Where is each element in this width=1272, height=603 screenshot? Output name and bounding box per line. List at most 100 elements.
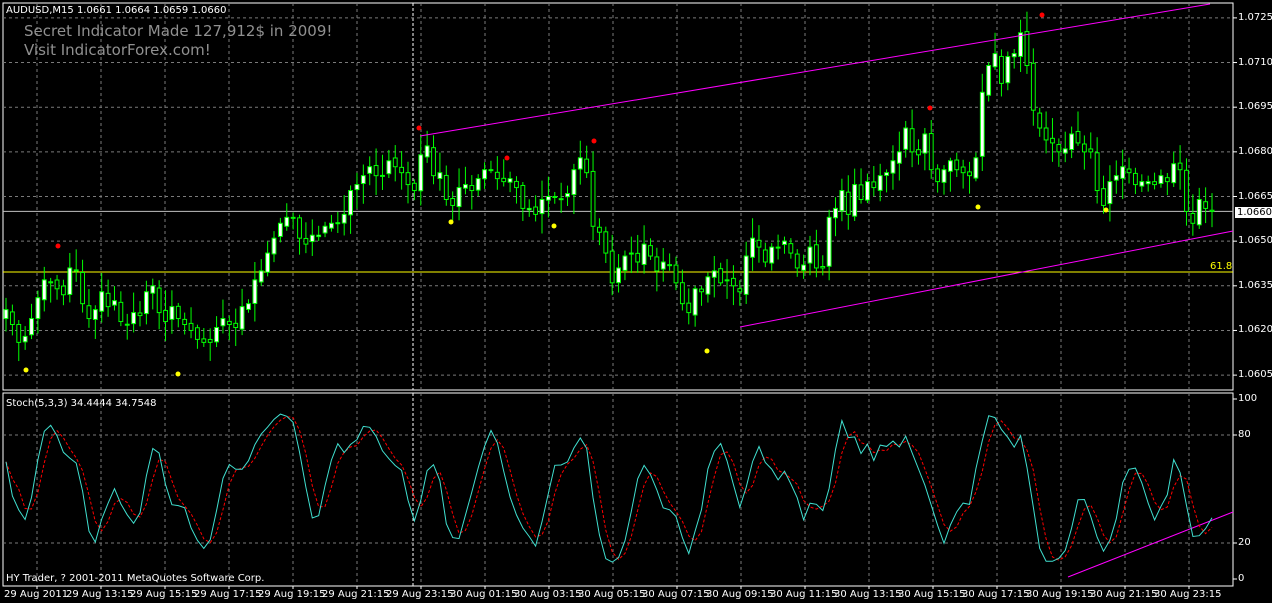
fractal-up-marker <box>1039 12 1045 18</box>
candle-body <box>399 166 405 174</box>
candle-body <box>622 255 628 271</box>
stochastic-axis-label: 100 <box>1238 393 1258 404</box>
candle-body <box>1088 148 1094 153</box>
candle-body <box>392 157 398 168</box>
candle-body <box>986 65 992 96</box>
fibonacci-level-label: 61.8 <box>1210 261 1233 272</box>
candle-body <box>322 225 328 234</box>
candle-body <box>501 177 507 183</box>
candle-body <box>1152 181 1157 186</box>
candle-body <box>609 250 615 284</box>
candle-body <box>354 184 360 191</box>
candle-body <box>424 145 430 158</box>
candle-body <box>973 157 979 179</box>
candle-body <box>163 309 168 323</box>
candle-body <box>865 181 870 201</box>
candle-body <box>239 306 245 330</box>
candle-body <box>309 234 315 243</box>
candle-body <box>92 309 98 320</box>
candle-body <box>833 207 838 219</box>
time-axis-label: 30 Aug 15:15 <box>898 589 966 600</box>
candle-body <box>182 318 188 326</box>
candle-body <box>960 166 966 174</box>
time-axis-label: 29 Aug 15:15 <box>130 589 198 600</box>
candle-body <box>405 172 411 186</box>
candle-body <box>648 245 653 257</box>
chart-window[interactable] <box>0 0 1272 603</box>
candle-body <box>1196 198 1202 226</box>
candle-body <box>303 237 309 245</box>
time-axis-label: 30 Aug 11:15 <box>770 589 838 600</box>
time-axis-label: 30 Aug 17:15 <box>962 589 1030 600</box>
candle-body <box>1056 144 1062 153</box>
price-axis-label: 1.0725 <box>1238 11 1272 23</box>
candle-body <box>277 222 283 237</box>
stochastic-pane-frame <box>2 392 1234 587</box>
candle-body <box>335 222 341 225</box>
candle-body <box>1075 130 1081 144</box>
candle-body <box>494 171 500 180</box>
candle-body <box>1203 201 1209 209</box>
candle-body <box>297 217 302 239</box>
price-axis-label: 1.0680 <box>1238 145 1272 157</box>
candle-body <box>858 184 864 200</box>
candle-body <box>1094 152 1100 192</box>
candle-body <box>820 266 826 269</box>
candle-body <box>450 198 456 206</box>
price-axis-label: 1.0710 <box>1238 56 1272 68</box>
candle-body <box>367 166 373 174</box>
candle-body <box>16 323 22 343</box>
candle-body <box>584 158 590 174</box>
candle-body <box>718 268 724 284</box>
candle-body <box>9 311 15 326</box>
time-axis-label: 30 Aug 23:15 <box>1154 589 1222 600</box>
candle-body <box>731 277 736 287</box>
candle-body <box>667 264 673 267</box>
candle-body <box>35 297 41 320</box>
candle-body <box>979 91 985 157</box>
candle-body <box>207 338 213 343</box>
time-axis-label: 29 Aug 2011 <box>4 589 69 600</box>
candle-body <box>284 216 290 227</box>
candle-body <box>992 53 998 68</box>
candle-body <box>890 160 896 174</box>
candle-body <box>565 193 570 198</box>
stochastic-axis-label: 0 <box>1238 573 1245 584</box>
candle-body <box>1177 162 1183 171</box>
candle-body <box>558 198 564 201</box>
candle-body <box>271 237 277 255</box>
candle-body <box>201 338 207 343</box>
candle-body <box>743 255 749 295</box>
candle-body <box>105 292 111 308</box>
fractal-up-marker <box>591 138 597 144</box>
price-axis-label: 1.0635 <box>1238 279 1272 291</box>
candle-body <box>1126 168 1132 174</box>
candle-body <box>1101 188 1106 206</box>
candle-body <box>360 175 366 185</box>
candle-body <box>520 184 526 209</box>
candle-body <box>928 133 934 171</box>
candle-body <box>1113 175 1119 181</box>
fractal-down-marker <box>704 348 710 354</box>
candle-body <box>265 252 271 273</box>
candle-body <box>443 174 449 200</box>
candle-body <box>226 320 232 326</box>
candle-body <box>711 270 717 278</box>
time-axis-label: 29 Aug 21:15 <box>322 589 390 600</box>
candle-body <box>775 246 781 249</box>
fractal-down-marker <box>23 367 29 373</box>
candle-body <box>124 323 130 326</box>
symbol-ohlc-label: AUDUSD,M15 1.0661 1.0664 1.0659 1.0660 <box>6 5 227 16</box>
candle-body <box>801 264 807 271</box>
candle-body <box>533 206 539 215</box>
candle-body <box>1037 112 1043 129</box>
price-axis-label: 1.0650 <box>1238 235 1272 247</box>
candle-body <box>195 327 200 340</box>
candle-body <box>29 318 34 336</box>
candle-body <box>290 216 296 219</box>
candle-body <box>909 128 915 153</box>
candle-body <box>935 168 941 183</box>
candle-body <box>577 157 583 170</box>
candle-body <box>488 169 494 172</box>
candle-body <box>61 285 66 296</box>
